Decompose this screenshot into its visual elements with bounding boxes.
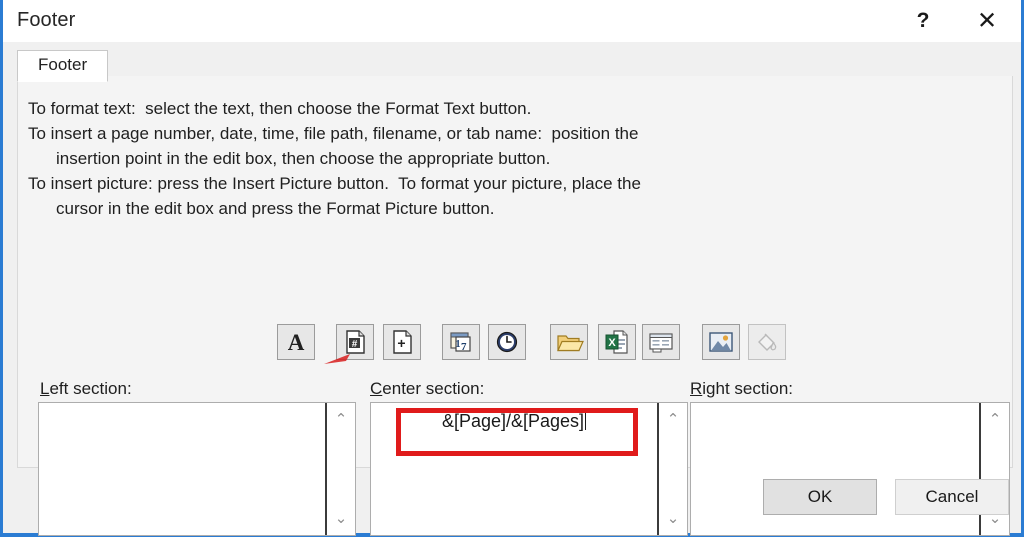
window-title: Footer — [17, 9, 76, 31]
svg-text:#: # — [352, 339, 358, 350]
svg-text:+: + — [397, 335, 405, 351]
close-button[interactable]: ✕ — [961, 0, 1013, 42]
instruction-line-5: cursor in the edit box and press the For… — [56, 199, 495, 218]
center-section-label: Center section: — [370, 379, 484, 399]
dialog-button-bar: OK Cancel — [3, 467, 1021, 533]
folder-icon — [551, 328, 587, 356]
scroll-up-icon[interactable]: ⌃ — [981, 412, 1009, 427]
number-of-pages-icon: + — [384, 328, 420, 356]
instruction-line-4: To insert picture: press the Insert Pict… — [28, 174, 641, 193]
text-caret — [585, 411, 587, 430]
close-icon: ✕ — [976, 7, 998, 35]
insert-time-button[interactable] — [488, 324, 526, 360]
workbook-icon: X — [599, 328, 635, 356]
insert-page-number-button[interactable]: # — [336, 324, 374, 360]
center-section-label-rest: enter section: — [382, 379, 485, 398]
ok-button-label: OK — [807, 487, 833, 506]
sheet-tab-icon — [643, 328, 679, 356]
center-section-accesskey: C — [370, 379, 383, 398]
paint-bucket-icon — [749, 328, 785, 356]
instruction-line-1: To format text: select the text, then ch… — [28, 99, 532, 118]
right-section-accesskey: R — [690, 379, 703, 398]
insert-file-name-button[interactable]: X — [598, 324, 636, 360]
letter-a-icon: A — [278, 328, 314, 356]
insert-toolbar: A # + 1 7 X — [262, 310, 786, 360]
tab-footer[interactable]: Footer — [17, 50, 109, 82]
svg-text:1: 1 — [456, 339, 461, 350]
scroll-up-icon[interactable]: ⌃ — [327, 412, 355, 427]
format-text-button[interactable]: A — [277, 324, 315, 360]
left-section-label: Left section: — [40, 379, 132, 399]
help-button[interactable]: ? — [897, 0, 949, 42]
center-section-value: &[Page]/&[Pages] — [441, 411, 585, 431]
calendar-icon: 1 7 — [443, 328, 479, 356]
clock-icon — [489, 328, 525, 356]
page-number-icon: # — [337, 328, 373, 356]
tab-strip: Footer — [17, 47, 1013, 82]
ok-button[interactable]: OK — [763, 479, 877, 515]
cancel-button-label: Cancel — [925, 487, 979, 506]
svg-text:7: 7 — [461, 341, 467, 353]
picture-icon — [703, 328, 739, 356]
insert-date-button[interactable]: 1 7 — [442, 324, 480, 360]
format-picture-button[interactable] — [748, 324, 786, 360]
right-section-label-rest: ight section: — [702, 379, 794, 398]
svg-text:A: A — [288, 330, 305, 355]
left-section-label-rest: eft section: — [49, 379, 132, 398]
cancel-button[interactable]: Cancel — [895, 479, 1009, 515]
footer-dialog: Footer ? ✕ Footer To format text: select… — [0, 0, 1024, 537]
insert-number-of-pages-button[interactable]: + — [383, 324, 421, 360]
help-icon: ? — [916, 9, 930, 32]
insert-picture-button[interactable] — [702, 324, 740, 360]
instruction-line-2: To insert a page number, date, time, fil… — [28, 124, 639, 143]
instruction-line-3: insertion point in the edit box, then ch… — [56, 149, 551, 168]
insert-file-path-button[interactable] — [550, 324, 588, 360]
title-bar: Footer ? ✕ — [3, 0, 1021, 42]
scroll-up-icon[interactable]: ⌃ — [659, 412, 687, 427]
instructions-block: To format text: select the text, then ch… — [28, 96, 988, 221]
insert-sheet-name-button[interactable] — [642, 324, 680, 360]
svg-text:X: X — [608, 337, 616, 349]
right-section-label: Right section: — [690, 379, 793, 399]
footer-panel: To format text: select the text, then ch… — [17, 76, 1013, 536]
